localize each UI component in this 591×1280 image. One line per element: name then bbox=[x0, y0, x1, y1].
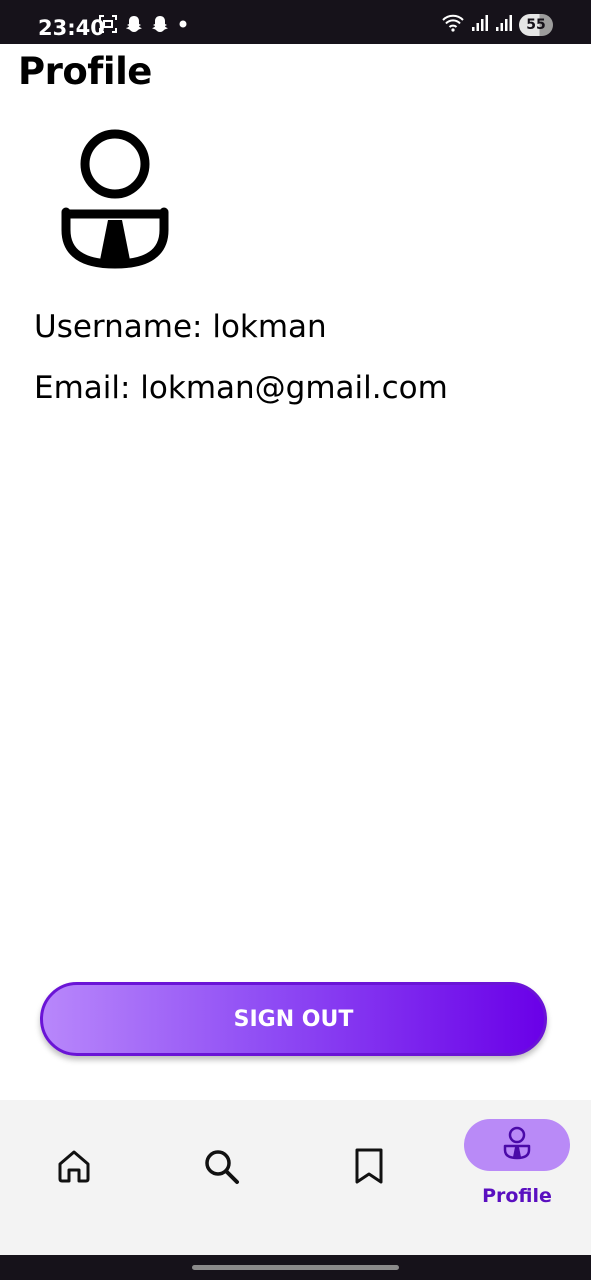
bookmark-icon bbox=[349, 1148, 389, 1190]
person-icon bbox=[56, 129, 174, 276]
dot-icon bbox=[176, 14, 190, 38]
snapchat-icon bbox=[150, 14, 170, 38]
nav-profile-active-indicator bbox=[464, 1119, 570, 1171]
avatar bbox=[56, 126, 174, 272]
status-bar: 23:40 55 bbox=[0, 0, 591, 44]
email-text: Email: lokman@gmail.com bbox=[34, 370, 448, 406]
username-text: Username: lokman bbox=[34, 309, 327, 345]
profile-screen: 23:40 55 Profile Username: lokman Email:… bbox=[0, 0, 591, 1280]
sign-out-label: SIGN OUT bbox=[233, 1006, 354, 1032]
nav-profile-label: Profile bbox=[482, 1185, 552, 1207]
page-title: Profile bbox=[18, 50, 152, 93]
screenshot-icon bbox=[98, 14, 118, 38]
wifi-icon bbox=[441, 13, 465, 37]
nav-search[interactable] bbox=[201, 1146, 241, 1186]
search-icon bbox=[201, 1150, 241, 1190]
signal-icon bbox=[471, 13, 489, 37]
profile-icon bbox=[502, 1126, 532, 1164]
system-icons: 55 bbox=[441, 13, 553, 37]
snapchat-icon bbox=[124, 14, 144, 38]
nav-profile[interactable]: Profile bbox=[464, 1119, 570, 1215]
battery-indicator: 55 bbox=[519, 14, 553, 36]
home-icon bbox=[54, 1150, 94, 1190]
signal-icon bbox=[495, 13, 513, 37]
bottom-navigation: Profile bbox=[0, 1100, 591, 1255]
nav-home[interactable] bbox=[54, 1146, 94, 1186]
system-navigation-bar bbox=[0, 1255, 591, 1280]
status-time: 23:40 bbox=[38, 16, 105, 40]
sign-out-button[interactable]: SIGN OUT bbox=[40, 982, 547, 1056]
home-indicator[interactable] bbox=[192, 1265, 399, 1270]
nav-bookmarks[interactable] bbox=[349, 1146, 389, 1186]
notification-icons bbox=[98, 14, 190, 38]
